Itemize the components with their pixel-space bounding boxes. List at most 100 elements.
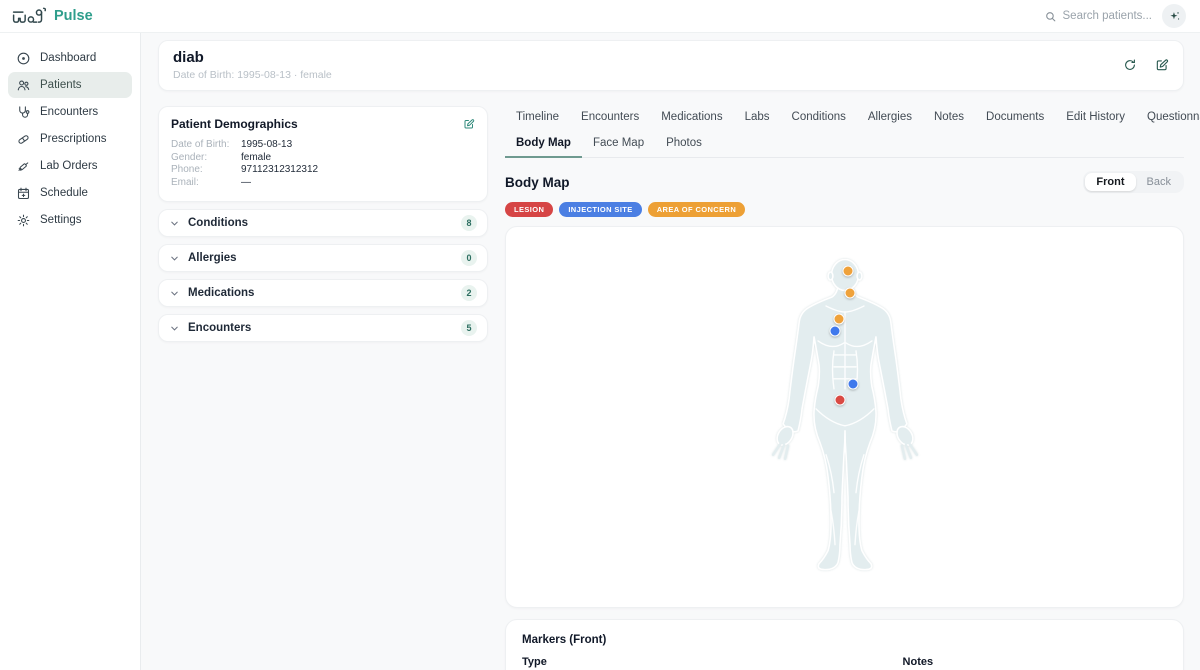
sidebar-item-dashboard[interactable]: Dashboard	[8, 45, 132, 71]
patient-subtitle: Date of Birth: 1995-08-13 · female	[173, 69, 332, 81]
accordion-label: Medications	[188, 287, 254, 299]
demographics-card: Patient Demographics Date of Birth: 1995…	[158, 106, 488, 202]
sidebar-item-schedule[interactable]: Schedule	[8, 180, 132, 206]
brand-logo-icon	[12, 6, 46, 26]
body-marker-injection[interactable]	[830, 326, 841, 337]
field-value: 97112312312312	[241, 164, 318, 177]
field-value: —	[241, 177, 251, 190]
sidebar-item-lab-orders[interactable]: Lab Orders	[8, 153, 132, 179]
sidebar-item-label: Prescriptions	[40, 133, 106, 145]
demographics-title: Patient Demographics	[171, 117, 298, 131]
body-map-stage[interactable]	[505, 226, 1184, 608]
field-value: 1995-08-13	[241, 139, 292, 152]
tab-photos[interactable]: Photos	[655, 132, 713, 157]
tab-encounters[interactable]: Encounters	[570, 106, 650, 130]
accordion-label: Conditions	[188, 217, 248, 229]
body-marker-lesion[interactable]	[834, 395, 845, 406]
body-marker-concern[interactable]	[842, 265, 853, 276]
accordion-conditions[interactable]: Conditions 8	[158, 209, 488, 237]
tab-edit-history[interactable]: Edit History	[1055, 106, 1136, 130]
body-map-title: Body Map	[505, 175, 570, 190]
tabs-row-secondary: Body Map Face Map Photos	[505, 132, 1184, 158]
topbar: Pulse Search patients...	[0, 0, 1200, 33]
accordion-encounters[interactable]: Encounters 5	[158, 314, 488, 342]
toggle-back-button[interactable]: Back	[1136, 173, 1182, 191]
sidebar-item-label: Settings	[40, 214, 82, 226]
ai-assistant-button[interactable]	[1162, 4, 1186, 28]
syringe-icon	[16, 159, 31, 174]
count-badge: 8	[461, 215, 477, 231]
markers-table-title: Markers (Front)	[522, 634, 1167, 646]
field-label: Phone:	[171, 164, 241, 177]
accordion-allergies[interactable]: Allergies 0	[158, 244, 488, 272]
tab-body-map[interactable]: Body Map	[505, 132, 582, 158]
body-marker-injection[interactable]	[848, 378, 859, 389]
count-badge: 2	[461, 285, 477, 301]
accordion-label: Allergies	[188, 252, 237, 264]
tab-documents[interactable]: Documents	[975, 106, 1055, 130]
markers-table-card: Markers (Front) Type Notes INJECTION SIT…	[505, 619, 1184, 670]
column-type: Type	[522, 656, 903, 668]
demographics-row: Email: —	[171, 177, 475, 190]
tab-face-map[interactable]: Face Map	[582, 132, 655, 157]
markers-table-header: Type Notes	[522, 656, 1167, 670]
demographics-row: Phone: 97112312312312	[171, 164, 475, 177]
tab-labs[interactable]: Labs	[734, 106, 781, 130]
sparkle-icon	[1168, 10, 1181, 23]
brand[interactable]: Pulse	[12, 6, 93, 26]
tab-notes[interactable]: Notes	[923, 106, 975, 130]
tab-timeline[interactable]: Timeline	[505, 106, 570, 130]
legend-lesion: LESION	[505, 202, 553, 217]
demographics-row: Gender: female	[171, 152, 475, 165]
sidebar-item-encounters[interactable]: Encounters	[8, 99, 132, 125]
tab-medications[interactable]: Medications	[650, 106, 733, 130]
sidebar-item-label: Lab Orders	[40, 160, 98, 172]
accordion-medications[interactable]: Medications 2	[158, 279, 488, 307]
chevron-down-icon	[169, 253, 180, 264]
chevron-down-icon	[169, 323, 180, 334]
main-content: diab Date of Birth: 1995-08-13 · female	[141, 33, 1200, 670]
field-value: female	[241, 152, 271, 165]
sidebar-item-prescriptions[interactable]: Prescriptions	[8, 126, 132, 152]
refresh-icon[interactable]	[1123, 58, 1137, 72]
tab-allergies[interactable]: Allergies	[857, 106, 923, 130]
sidebar-item-label: Patients	[40, 79, 82, 91]
gear-icon	[16, 213, 31, 228]
sidebar: Dashboard Patients Encounters Pre	[0, 33, 141, 670]
toggle-front-button[interactable]: Front	[1085, 173, 1135, 191]
stethoscope-icon	[16, 105, 31, 120]
sidebar-item-label: Schedule	[40, 187, 88, 199]
dashboard-icon	[16, 51, 31, 66]
sidebar-item-patients[interactable]: Patients	[8, 72, 132, 98]
count-badge: 0	[461, 250, 477, 266]
body-marker-concern[interactable]	[834, 314, 845, 325]
field-label: Email:	[171, 177, 241, 190]
patients-icon	[16, 78, 31, 93]
field-label: Date of Birth:	[171, 139, 241, 152]
search-icon	[1044, 10, 1057, 23]
edit-icon[interactable]	[1155, 58, 1169, 72]
calendar-icon	[16, 186, 31, 201]
column-notes: Notes	[903, 656, 1077, 668]
field-label: Gender:	[171, 152, 241, 165]
sidebar-item-settings[interactable]: Settings	[8, 207, 132, 233]
chevron-down-icon	[169, 288, 180, 299]
body-marker-concern[interactable]	[844, 287, 855, 298]
demographics-row: Date of Birth: 1995-08-13	[171, 139, 475, 152]
sidebar-item-label: Dashboard	[40, 52, 96, 64]
body-map-legend: LESION INJECTION SITE AREA OF CONCERN	[505, 202, 1184, 217]
brand-name: Pulse	[54, 8, 93, 24]
body-figure	[768, 259, 922, 574]
search-input[interactable]: Search patients...	[1044, 10, 1153, 23]
patient-name: diab	[173, 49, 332, 66]
search-placeholder: Search patients...	[1063, 10, 1153, 22]
tab-conditions[interactable]: Conditions	[781, 106, 857, 130]
chevron-down-icon	[169, 218, 180, 229]
tab-questionnaires[interactable]: Questionnaires	[1136, 106, 1200, 130]
count-badge: 5	[461, 320, 477, 336]
sidebar-item-label: Encounters	[40, 106, 98, 118]
patient-header-card: diab Date of Birth: 1995-08-13 · female	[158, 40, 1184, 91]
legend-injection-site: INJECTION SITE	[559, 202, 641, 217]
edit-demographics-icon[interactable]	[463, 118, 475, 130]
accordion-label: Encounters	[188, 322, 251, 334]
